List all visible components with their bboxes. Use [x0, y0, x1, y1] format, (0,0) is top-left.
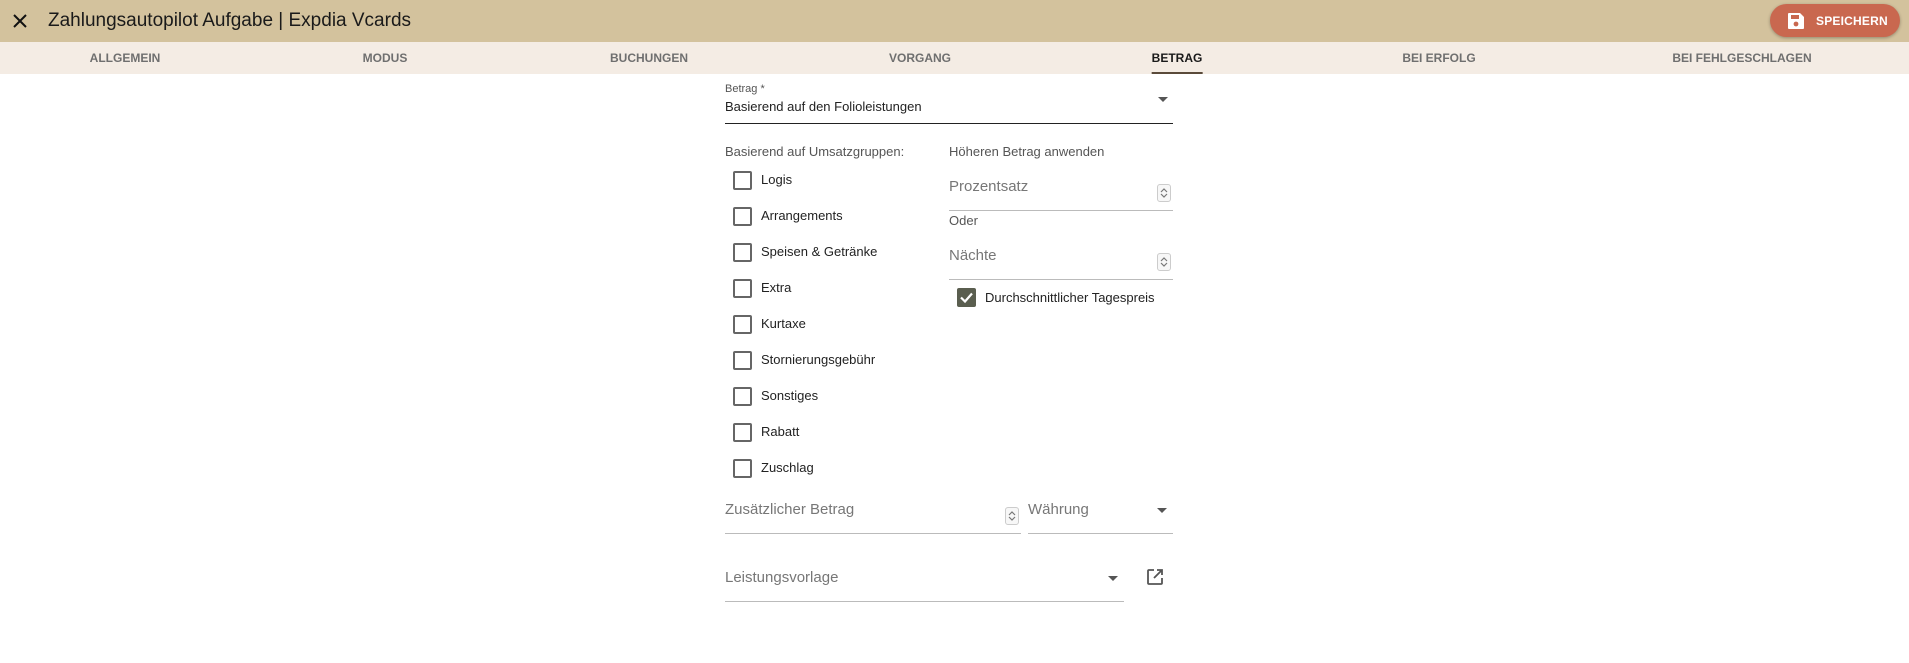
hoeherer-betrag-label: Höheren Betrag anwenden — [949, 144, 1105, 159]
tab-betrag[interactable]: BETRAG — [1151, 42, 1202, 74]
checkbox-box[interactable] — [733, 351, 752, 370]
close-button[interactable] — [8, 9, 32, 33]
spinner-arrows-icon — [1008, 511, 1016, 521]
checkbox-label: Kurtaxe — [761, 316, 806, 331]
tab-bei-fehlgeschlagen[interactable]: BEI FEHLGESCHLAGEN — [1672, 42, 1811, 74]
checkbox-label: Sonstiges — [761, 388, 819, 403]
checkbox-box[interactable] — [733, 315, 752, 334]
naechte-placeholder: Nächte — [949, 247, 997, 264]
number-spinner[interactable] — [1157, 253, 1171, 271]
open-in-new-icon — [1147, 569, 1163, 585]
spinner-arrows-icon — [1160, 257, 1168, 267]
checkbox-box[interactable] — [733, 207, 752, 226]
tab-bei-erfolg[interactable]: BEI ERFOLG — [1402, 42, 1475, 74]
tab-modus[interactable]: MODUS — [363, 42, 408, 74]
betrag-select[interactable]: Betrag * Basierend auf den Folioleistung… — [725, 83, 1173, 124]
page-title: Zahlungsautopilot Aufgabe | Expdia Vcard… — [48, 10, 412, 31]
leistungsvorlage-select[interactable]: Leistungsvorlage — [725, 561, 1124, 602]
checkbox-label: Logis — [761, 172, 793, 187]
checkbox-box[interactable] — [733, 423, 752, 442]
betrag-value: Basierend auf den Folioleistungen — [725, 99, 922, 114]
checkbox-label: Rabatt — [761, 424, 800, 439]
tab-buchungen[interactable]: BUCHUNGEN — [610, 42, 688, 74]
leistungsvorlage-placeholder: Leistungsvorlage — [725, 569, 839, 586]
checkbox-label: Extra — [761, 280, 792, 295]
umsatzgruppen-label: Basierend auf Umsatzgruppen: — [725, 144, 905, 159]
naechte-input[interactable]: Nächte — [949, 239, 1173, 280]
checkbox-box[interactable] — [733, 279, 752, 298]
checkbox-label: Arrangements — [761, 208, 843, 223]
chevron-down-icon — [1108, 576, 1118, 581]
checkbox-box[interactable] — [733, 171, 752, 190]
checkbox-box[interactable] — [733, 387, 752, 406]
open-in-new-button[interactable] — [1145, 567, 1165, 587]
checkbox-box[interactable] — [733, 459, 752, 478]
number-spinner[interactable] — [1005, 507, 1019, 525]
tab-allgemein[interactable]: ALLGEMEIN — [90, 42, 161, 74]
chevron-down-icon — [1158, 97, 1168, 102]
prozentsatz-placeholder: Prozentsatz — [949, 178, 1029, 195]
checkbox-box-checked[interactable] — [957, 288, 976, 307]
prozentsatz-input[interactable]: Prozentsatz — [949, 170, 1173, 211]
spinner-arrows-icon — [1160, 188, 1168, 198]
save-button[interactable]: SPEICHERN — [1770, 4, 1900, 37]
tab-vorgang[interactable]: VORGANG — [889, 42, 951, 74]
zusaetzlicher-betrag-input[interactable]: Zusätzlicher Betrag — [725, 493, 1021, 534]
checkbox-box[interactable] — [733, 243, 752, 262]
tab-bar: ALLGEMEIN MODUS BUCHUNGEN VORGANG BETRAG… — [0, 42, 1909, 74]
save-label: SPEICHERN — [1816, 14, 1888, 28]
betrag-label: Betrag * — [725, 83, 765, 95]
waehrung-placeholder: Währung — [1028, 501, 1089, 518]
checkbox-label: Stornierungsgebühr — [761, 352, 876, 367]
checkbox-label: Zuschlag — [761, 460, 814, 475]
app-bar: Zahlungsautopilot Aufgabe | Expdia Vcard… — [0, 0, 1909, 42]
chevron-down-icon — [1157, 508, 1167, 513]
checkbox-label: Speisen & Getränke — [761, 244, 878, 259]
number-spinner[interactable] — [1157, 184, 1171, 202]
checkbox-label: Durchschnittlicher Tagespreis — [985, 290, 1155, 305]
check-icon — [960, 292, 973, 304]
close-icon — [13, 14, 27, 28]
waehrung-select[interactable]: Währung — [1028, 493, 1173, 534]
zusaetzlicher-betrag-placeholder: Zusätzlicher Betrag — [725, 501, 855, 518]
save-icon — [1788, 13, 1804, 29]
oder-label: Oder — [949, 213, 978, 228]
